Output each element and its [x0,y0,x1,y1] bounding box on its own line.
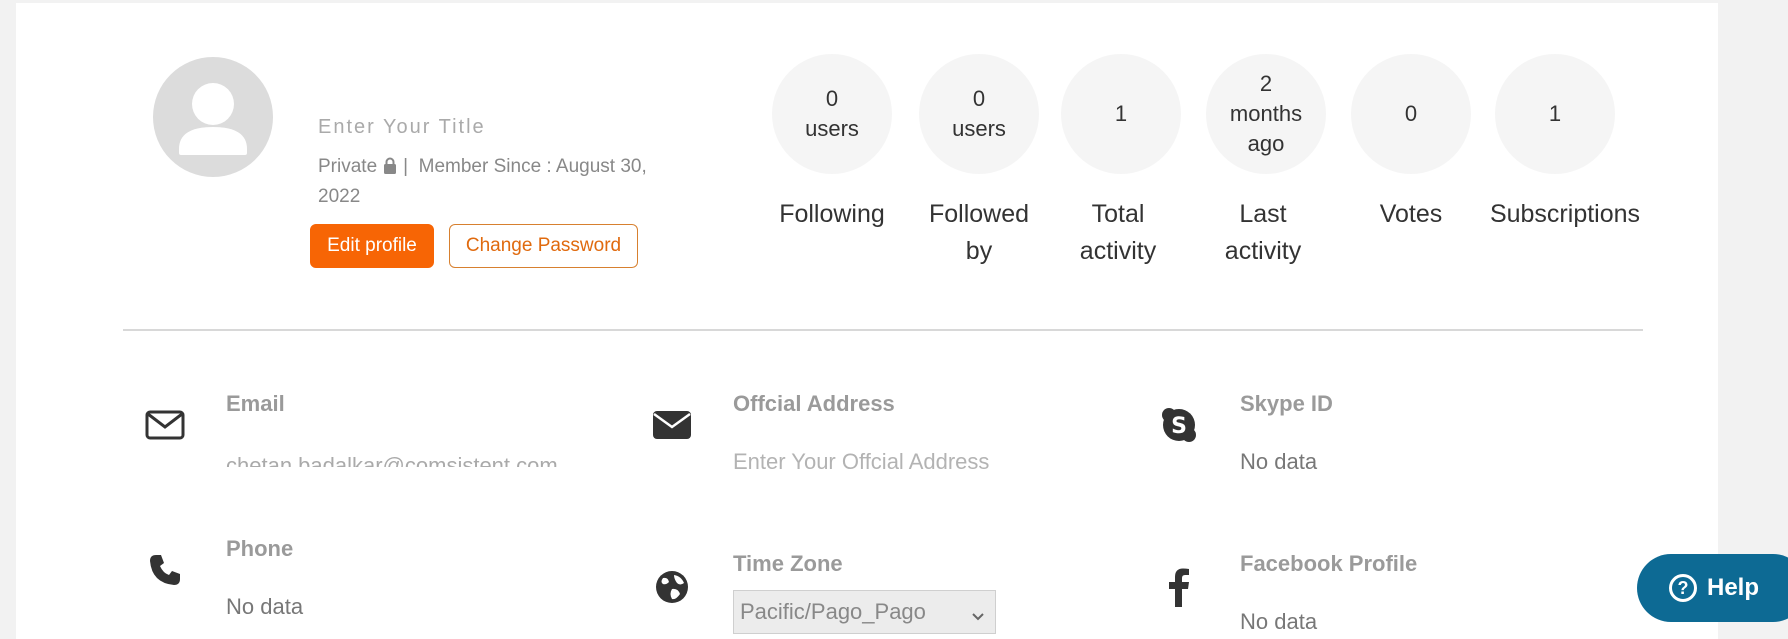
timezone-select[interactable]: Pacific/Pago_Pago [733,590,996,634]
stat-value: 0 [1404,101,1418,126]
stat-value: 0 [825,86,839,111]
stat-unit-suffix: ago [1247,131,1285,156]
email-value: chetan.badalkar@comsistent.com [226,453,558,467]
timezone-label: Time Zone [733,551,843,576]
stat-label: Following [779,200,885,228]
stat-following[interactable]: 0 users Following [757,54,907,233]
lock-icon [383,155,397,183]
globe-icon [650,565,694,609]
skype-section: S Skype ID No data [1157,391,1557,474]
stat-followed-by[interactable]: 0 users Followed by [902,54,1056,270]
stat-subscriptions[interactable]: 1 Subscriptions [1480,54,1650,233]
stat-label: Votes [1379,200,1443,228]
stat-unit: users [952,116,1006,141]
profile-title-text: Enter Your Title [318,116,486,133]
timezone-section: Time Zone Pacific/Pago_Pago [650,551,1100,639]
change-password-button[interactable]: Change Password [449,224,638,268]
address-input[interactable]: Enter Your Offcial Address [733,449,989,475]
envelope-outline-icon [143,403,187,447]
envelope-solid-icon [650,403,694,447]
address-label: Offcial Address [733,391,895,416]
facebook-section: Facebook Profile No data [1157,551,1557,639]
timezone-selected: Pacific/Pago_Pago [740,599,926,624]
stat-label: Subscriptions [1489,200,1641,228]
user-silhouette-icon [179,83,247,155]
stat-circle: 0 users [919,54,1039,174]
phone-icon [143,548,187,592]
stat-value: 1 [1114,101,1128,126]
profile-card: Enter Your Title Private | Member Since :… [16,3,1718,639]
svg-text:S: S [1171,414,1187,439]
stat-label: Followed by [928,200,1030,265]
skype-label: Skype ID [1240,391,1333,416]
profile-meta: Private | Member Since : August 30, 2022 [318,153,668,211]
facebook-label: Facebook Profile [1240,551,1418,576]
stat-label: Total activity [1079,200,1157,265]
stat-value: 2 [1259,71,1273,96]
facebook-icon [1157,565,1201,609]
section-divider [123,329,1643,331]
stat-label: Last activity [1224,200,1302,265]
stat-circle: 0 [1351,54,1471,174]
stat-last-activity[interactable]: 2 months ago Last activity [1191,54,1341,270]
question-icon: ? [1669,574,1697,602]
stat-unit: months [1229,101,1303,126]
edit-profile-button[interactable]: Edit profile [310,224,434,268]
stat-circle: 1 [1495,54,1615,174]
stat-total-activity[interactable]: 1 Total activity [1046,54,1196,270]
phone-value: No data [226,594,304,619]
skype-icon: S [1157,403,1201,447]
stat-unit: users [805,116,859,141]
profile-title[interactable]: Enter Your Title [318,115,598,133]
meta-separator: | [403,156,409,177]
facebook-value: No data [1240,609,1318,634]
privacy-status: Private [318,156,378,177]
stat-votes[interactable]: 0 Votes [1336,54,1486,233]
stat-value: 1 [1548,101,1562,126]
help-button[interactable]: ? Help [1637,554,1788,622]
help-label: Help [1707,574,1760,601]
phone-label: Phone [226,536,294,561]
stat-value: 0 [972,86,986,111]
stat-circle: 2 months ago [1206,54,1326,174]
phone-section: Phone No data [143,536,593,619]
stat-circle: 1 [1061,54,1181,174]
email-section: Email chetan.badalkar@comsistent.com [143,391,593,471]
skype-value: No data [1240,449,1318,474]
stat-circle: 0 users [772,54,892,174]
chevron-down-icon [971,603,985,629]
email-label: Email [226,391,285,416]
avatar [153,57,273,177]
address-section: Offcial Address Enter Your Offcial Addre… [650,391,1100,474]
